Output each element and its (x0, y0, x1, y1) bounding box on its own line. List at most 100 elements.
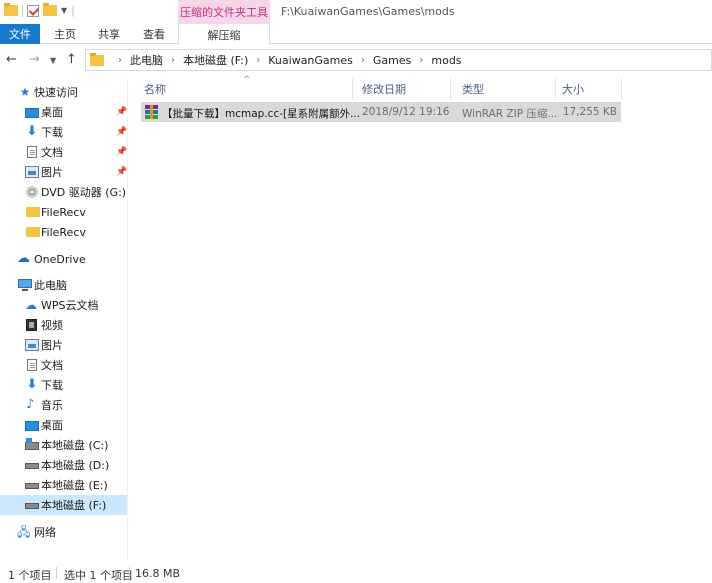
column-header-name[interactable]: 名称 (138, 78, 353, 100)
tab-extract[interactable]: 解压缩 (178, 24, 270, 45)
back-arrow-icon[interactable]: ← (6, 52, 17, 67)
pictures-icon (25, 166, 39, 178)
sidebar-item-label: 下载 (41, 379, 63, 392)
separator: | (71, 4, 75, 17)
up-arrow-icon[interactable]: ↑ (66, 52, 77, 67)
sidebar-item-label: 快速访问 (34, 86, 78, 99)
sidebar-item-dvd-drive[interactable]: DVD 驱动器 (G:) (0, 182, 127, 202)
tab-view[interactable]: 查看 (134, 24, 174, 44)
navigation-bar: ← → ▼ ↑ › 此电脑 › 本地磁盘 (F:) › KuaiwanGames… (0, 45, 712, 75)
sidebar-item-this-pc[interactable]: 此电脑 (0, 275, 127, 295)
cloud-icon: ☁ (17, 251, 30, 266)
sidebar-item-network[interactable]: 🖧 网络 (0, 522, 127, 542)
chevron-right-icon[interactable]: › (419, 55, 423, 66)
sidebar-item-label: 文档 (41, 359, 63, 372)
sidebar-item-label: FileRecv (41, 225, 86, 239)
breadcrumb-mods[interactable]: mods (431, 54, 461, 67)
sidebar-item-filerecv[interactable]: FileRecv (0, 222, 127, 242)
sidebar-item-videos[interactable]: 视频 (0, 315, 127, 335)
sidebar-item-label: 图片 (41, 339, 63, 352)
video-icon (26, 319, 37, 331)
sidebar-item-label: 桌面 (41, 106, 63, 119)
recent-locations-icon[interactable]: ▼ (50, 56, 56, 65)
sidebar-item-pictures[interactable]: 图片 📌 (0, 162, 127, 182)
selected-size: 16.8 MB (135, 567, 181, 580)
breadcrumb-this-pc[interactable]: 此电脑 (130, 52, 163, 68)
wps-cloud-icon: ☁ (25, 298, 37, 312)
sidebar-item-pictures[interactable]: 图片 (0, 335, 127, 355)
file-name: 【批量下载】mcmap.cc-[星系附属额外... (162, 108, 361, 120)
sidebar-item-label: 文档 (41, 146, 63, 159)
sidebar-item-drive-d[interactable]: 本地磁盘 (D:) (0, 455, 127, 475)
pin-icon[interactable]: 📌 (116, 147, 127, 157)
sidebar-item-label: 视频 (41, 319, 63, 332)
sidebar-item-drive-c[interactable]: 本地磁盘 (C:) (0, 435, 127, 455)
chevron-right-icon[interactable]: › (256, 55, 260, 66)
new-folder-icon[interactable] (43, 3, 57, 16)
file-size: 17,255 KB (562, 106, 617, 118)
sidebar-item-filerecv[interactable]: FileRecv (0, 202, 127, 222)
drive-icon (25, 483, 39, 489)
sidebar-item-label: 下载 (41, 126, 63, 139)
properties-icon[interactable] (27, 4, 39, 17)
desktop-icon (25, 421, 39, 431)
sidebar-item-wps-cloud[interactable]: ☁ WPS云文档 (0, 295, 127, 315)
column-header-date[interactable]: 修改日期 (356, 78, 451, 100)
sidebar-item-music[interactable]: ♪ 音乐 (0, 395, 127, 415)
file-date: 2018/9/12 19:16 (362, 106, 450, 118)
pictures-icon (25, 339, 39, 351)
separator (129, 567, 130, 579)
pin-icon[interactable]: 📌 (116, 107, 127, 117)
dvd-icon (26, 186, 38, 198)
sidebar-item-quick-access[interactable]: ★ 快速访问 (0, 82, 127, 102)
tab-file[interactable]: 文件 (0, 24, 40, 44)
drive-icon (25, 463, 39, 469)
computer-icon (18, 279, 32, 291)
folder-icon (26, 227, 40, 237)
document-icon (27, 146, 37, 158)
folder-icon (4, 3, 18, 16)
sidebar-item-drive-e[interactable]: 本地磁盘 (E:) (0, 475, 127, 495)
file-row[interactable]: 【批量下载】mcmap.cc-[星系附属额外... 2018/9/12 19:1… (141, 102, 621, 122)
sidebar-item-downloads[interactable]: ⬇ 下载 📌 (0, 122, 128, 142)
folder-icon (26, 207, 40, 217)
sidebar-item-desktop[interactable]: 桌面 (0, 415, 127, 435)
breadcrumb-drive-f[interactable]: 本地磁盘 (F:) (183, 52, 248, 68)
window-title: F:\KuaiwanGames\Games\mods (281, 5, 455, 18)
sidebar-item-downloads[interactable]: ⬇ 下载 (0, 375, 127, 395)
file-type: WinRAR ZIP 压缩... (462, 108, 558, 120)
music-icon: ♪ (26, 397, 35, 412)
forward-arrow-icon[interactable]: → (29, 52, 40, 67)
column-header-size[interactable]: 大小 (556, 78, 622, 100)
network-icon: 🖧 (17, 525, 31, 539)
download-icon: ⬇ (26, 124, 38, 139)
separator (56, 567, 57, 579)
breadcrumb-kuaiwangames[interactable]: KuaiwanGames (268, 54, 353, 67)
sidebar-item-label: 网络 (34, 526, 56, 539)
sidebar-item-documents[interactable]: 文档 (0, 355, 127, 375)
star-icon: ★ (19, 85, 31, 99)
pin-icon[interactable]: 📌 (116, 167, 127, 177)
sidebar-item-label: OneDrive (34, 252, 86, 266)
customize-toolbar-icon[interactable]: ▼ (61, 6, 67, 15)
chevron-right-icon[interactable]: › (118, 55, 122, 66)
breadcrumb-games[interactable]: Games (373, 54, 411, 67)
pin-icon[interactable]: 📌 (116, 127, 127, 137)
document-icon (27, 359, 37, 371)
sidebar-item-label: 桌面 (41, 419, 63, 432)
ribbon-tabs: 文件 主页 共享 查看 解压缩 (0, 24, 712, 45)
item-count: 1 个项目 (8, 569, 52, 582)
sidebar-item-documents[interactable]: 文档 📌 (0, 142, 127, 162)
sidebar-item-onedrive[interactable]: ☁ OneDrive (0, 249, 127, 269)
tab-share[interactable]: 共享 (89, 24, 129, 44)
sidebar-item-drive-f[interactable]: 本地磁盘 (F:) (0, 495, 127, 515)
tab-home[interactable]: 主页 (46, 24, 84, 44)
sidebar-item-label: 本地磁盘 (D:) (41, 459, 110, 472)
chevron-right-icon[interactable]: › (171, 55, 175, 66)
address-bar[interactable]: › 此电脑 › 本地磁盘 (F:) › KuaiwanGames › Games… (85, 49, 712, 71)
column-header-type[interactable]: 类型 (456, 78, 556, 100)
sidebar-item-label: FileRecv (41, 205, 86, 219)
sidebar-item-desktop[interactable]: 桌面 📌 (0, 102, 127, 122)
chevron-right-icon[interactable]: › (361, 55, 365, 66)
sidebar-item-label: WPS云文档 (41, 299, 99, 312)
